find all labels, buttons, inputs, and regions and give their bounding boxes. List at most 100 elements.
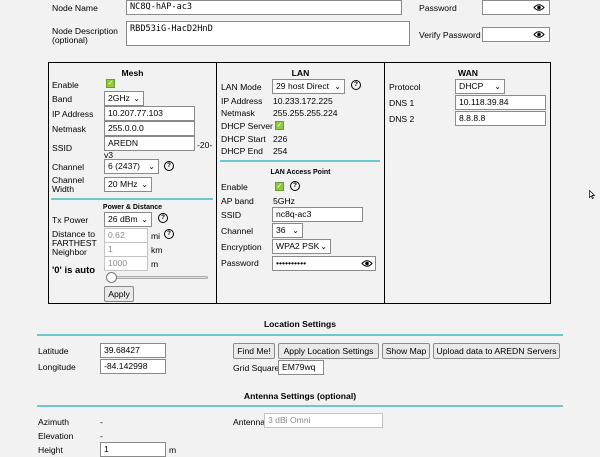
mesh-netmask-label: Netmask xyxy=(52,124,86,134)
dns2-input[interactable]: 8.8.8.8 xyxy=(455,111,546,126)
channel-width-select[interactable]: 20 MHz ⌄ xyxy=(104,177,152,192)
latitude-label: Latitude xyxy=(38,346,69,356)
find-me-button[interactable]: Find Me! xyxy=(233,343,275,359)
lan-ip-value: 10.233.172.225 xyxy=(273,96,333,106)
antenna-settings-title: Antenna Settings (optional) xyxy=(243,391,357,401)
ap-ssid-input[interactable]: nc8q-ac3 xyxy=(272,207,363,222)
encryption-select[interactable]: WPA2 PSK ⌄ xyxy=(272,239,331,254)
checkbox-checked-icon[interactable]: ✓ xyxy=(275,121,284,130)
mesh-title: Mesh xyxy=(121,68,144,78)
node-description-optional: (optional) xyxy=(52,35,88,45)
longitude-input[interactable]: -84.142998 xyxy=(100,359,166,374)
distance-m-unit: m xyxy=(151,259,159,269)
accent-rule xyxy=(51,198,213,200)
tx-power-select[interactable]: 26 dBm ⌄ xyxy=(104,212,152,227)
node-name-label: Node Name xyxy=(52,3,98,13)
tx-power-label: Tx Power xyxy=(52,215,89,225)
ap-password-label: Password xyxy=(221,258,259,268)
height-label: Height xyxy=(38,445,63,455)
distance-m-input[interactable]: 1000 xyxy=(104,256,148,271)
auto-note: '0' is auto xyxy=(52,265,96,276)
chevron-down-icon: ⌄ xyxy=(494,82,501,91)
azimuth-value: - xyxy=(100,417,103,427)
location-settings-title: Location Settings xyxy=(263,319,337,329)
mesh-netmask-input[interactable]: 255.0.0.0 xyxy=(104,121,195,136)
cursor-icon xyxy=(589,190,595,199)
upload-data-button[interactable]: Upload data to AREDN Servers xyxy=(433,343,560,359)
apply-location-button[interactable]: Apply Location Settings xyxy=(278,343,379,359)
checkbox-checked-icon[interactable]: ✓ xyxy=(275,182,284,191)
dhcp-start-label: DHCP Start xyxy=(221,134,266,144)
help-icon[interactable]: ? xyxy=(351,80,361,90)
grid-square-input[interactable]: EM79wq xyxy=(278,360,324,375)
node-name-input[interactable]: NC8Q-hAP-ac3 xyxy=(126,0,402,15)
help-icon[interactable]: ? xyxy=(164,161,174,171)
mesh-ip-input[interactable]: 10.207.77.103 xyxy=(104,106,195,121)
lan-netmask-label: Netmask xyxy=(221,108,255,118)
ap-channel-label: Channel xyxy=(221,226,254,236)
distance-mi-unit: mi xyxy=(151,231,161,241)
grid-square-label: Grid Square xyxy=(233,363,280,373)
channel-width-label-2: Width xyxy=(52,184,74,194)
eye-icon[interactable] xyxy=(361,259,373,268)
wan-title: WAN xyxy=(457,68,479,78)
distance-slider-track[interactable] xyxy=(109,276,208,279)
band-select[interactable]: 2GHz ⌄ xyxy=(104,91,144,106)
column-divider xyxy=(216,62,217,304)
mesh-enable-label: Enable xyxy=(52,80,79,90)
column-divider xyxy=(384,62,385,304)
mesh-apply-button[interactable]: Apply xyxy=(104,286,134,302)
node-description-input[interactable]: RBD53iG-HacD2HnD xyxy=(126,21,410,46)
ap-enable-label: Enable xyxy=(221,182,248,192)
distance-km-unit: km xyxy=(151,245,163,255)
power-distance-title: Power & Distance xyxy=(102,204,163,211)
lan-ip-label: IP Address xyxy=(221,96,263,106)
ap-band-label: AP band xyxy=(221,196,254,206)
antenna-label: Antenna xyxy=(233,417,266,427)
accent-rule xyxy=(37,334,563,336)
dhcp-start-value: 226 xyxy=(273,134,288,144)
antenna-input[interactable]: 3 dBi Omni xyxy=(264,413,383,428)
ap-channel-select[interactable]: 36 ⌄ xyxy=(272,223,303,238)
latitude-input[interactable]: 39.68427 xyxy=(100,343,166,358)
dhcp-end-value: 254 xyxy=(273,146,288,156)
band-label: Band xyxy=(52,94,73,104)
height-unit: m xyxy=(169,445,177,455)
ap-band-value: 5GHz xyxy=(273,196,295,206)
show-map-button[interactable]: Show Map xyxy=(382,343,430,359)
accent-rule xyxy=(37,405,563,407)
dhcp-end-label: DHCP End xyxy=(221,146,263,156)
protocol-select[interactable]: DHCP ⌄ xyxy=(455,79,505,94)
mesh-channel-select[interactable]: 6 (2437) ⌄ xyxy=(104,159,159,174)
distance-mi-input[interactable]: 0.62 xyxy=(104,228,148,243)
help-icon[interactable]: ? xyxy=(164,229,174,239)
mesh-channel-label: Channel xyxy=(52,162,85,172)
chevron-down-icon: ⌄ xyxy=(133,94,140,103)
azimuth-label: Azimuth xyxy=(38,417,70,427)
lan-title: LAN xyxy=(291,68,310,78)
ssid-suffix: -20- xyxy=(197,140,213,150)
distance-km-input[interactable]: 1 xyxy=(104,242,148,257)
chevron-down-icon: ⌄ xyxy=(141,180,148,189)
dhcp-server-label: DHCP Server xyxy=(221,121,273,131)
lan-mode-select[interactable]: 29 host Direct ⌄ xyxy=(272,79,345,94)
ssid-input[interactable]: AREDN xyxy=(104,136,195,151)
lan-mode-label: LAN Mode xyxy=(221,82,262,92)
eye-icon[interactable] xyxy=(533,3,545,12)
chevron-down-icon: ⌄ xyxy=(148,162,155,171)
distance-slider-handle[interactable] xyxy=(106,272,117,283)
dns1-input[interactable]: 10.118.39.84 xyxy=(455,95,546,110)
help-icon[interactable]: ? xyxy=(158,213,168,223)
lan-access-point-title: LAN Access Point xyxy=(270,169,331,176)
eye-icon[interactable] xyxy=(533,30,545,39)
chevron-down-icon: ⌄ xyxy=(320,242,327,251)
encryption-label: Encryption xyxy=(221,242,262,252)
checkbox-checked-icon[interactable]: ✓ xyxy=(106,79,115,88)
protocol-label: Protocol xyxy=(389,82,421,92)
verify-password-label: Verify Password xyxy=(419,30,481,40)
dns2-label: DNS 2 xyxy=(389,114,415,124)
help-icon[interactable]: ? xyxy=(290,181,300,191)
password-label: Password xyxy=(419,3,457,13)
dns1-label: DNS 1 xyxy=(389,98,415,108)
longitude-label: Longitude xyxy=(38,362,76,372)
